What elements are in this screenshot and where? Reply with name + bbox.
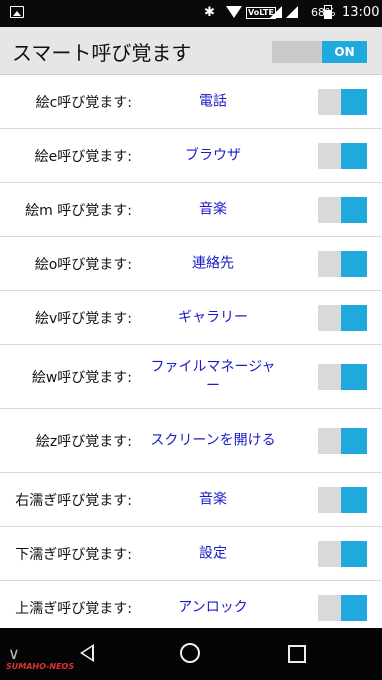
gesture-toggle[interactable]	[318, 486, 367, 513]
gesture-action[interactable]: スクリーンを開ける	[148, 431, 278, 450]
gesture-row[interactable]: 絵w呼び覚ます: ファイルマネージャー	[0, 345, 382, 409]
back-button[interactable]	[80, 644, 94, 662]
signal-icon	[270, 6, 282, 18]
gesture-label: 下濡ぎ呼び覚ます:	[15, 546, 132, 563]
toggle-knob	[341, 594, 367, 621]
chevron-down-icon[interactable]: ∨	[8, 644, 20, 663]
gesture-toggle[interactable]	[318, 363, 367, 390]
toggle-knob	[341, 427, 367, 454]
gesture-toggle[interactable]	[318, 540, 367, 567]
home-button[interactable]	[180, 643, 200, 663]
gesture-row[interactable]: 右濡ぎ呼び覚ます: 音楽	[0, 473, 382, 527]
gesture-action[interactable]: 設定	[148, 544, 278, 563]
gesture-row[interactable]: 絵e呼び覚ます: ブラウザ	[0, 129, 382, 183]
gesture-action[interactable]: 連絡先	[148, 254, 278, 273]
toggle-knob	[341, 540, 367, 567]
gesture-action[interactable]: ファイルマネージャー	[148, 358, 278, 396]
gesture-label: 絵m 呼び覚ます:	[25, 202, 132, 219]
toggle-knob	[341, 196, 367, 223]
gesture-list: 絵c呼び覚ます: 電話 絵e呼び覚ます: ブラウザ 絵m 呼び覚ます: 音楽 絵o呼び覚ます…	[0, 75, 382, 635]
gesture-row[interactable]: 下濡ぎ呼び覚ます: 設定	[0, 527, 382, 581]
gesture-action[interactable]: ブラウザ	[148, 146, 278, 165]
gesture-label: 絵e呼び覚ます:	[34, 148, 132, 165]
gesture-toggle[interactable]	[318, 142, 367, 169]
toggle-knob	[341, 142, 367, 169]
toggle-knob	[341, 486, 367, 513]
gesture-row[interactable]: 絵z呼び覚ます: スクリーンを開ける	[0, 409, 382, 473]
status-bar: ✱ VoLTE 68% 13:00	[0, 0, 382, 27]
gesture-action[interactable]: ギャラリー	[148, 308, 278, 327]
gesture-label: 絵o呼び覚ます:	[34, 256, 132, 273]
gesture-row[interactable]: 絵o呼び覚ます: 連絡先	[0, 237, 382, 291]
master-toggle-label: ON	[322, 41, 367, 63]
gesture-row[interactable]: 絵c呼び覚ます: 電話	[0, 75, 382, 129]
toggle-knob	[341, 363, 367, 390]
page-title: スマート呼び覚ます	[12, 41, 192, 65]
gesture-action[interactable]: 電話	[148, 92, 278, 111]
gesture-label: 絵c呼び覚ます:	[35, 94, 132, 111]
toggle-knob	[341, 304, 367, 331]
gesture-row[interactable]: 絵m 呼び覚ます: 音楽	[0, 183, 382, 237]
gallery-notification-icon	[10, 6, 24, 18]
navigation-bar: ∨ SUMAHO-NEOS	[0, 628, 382, 680]
battery-icon	[324, 5, 332, 19]
gesture-label: 右濡ぎ呼び覚ます:	[15, 492, 132, 509]
gesture-toggle[interactable]	[318, 250, 367, 277]
clock: 13:00	[342, 5, 380, 20]
app-header: スマート呼び覚ます ON	[0, 27, 382, 75]
gesture-toggle[interactable]	[318, 304, 367, 331]
gesture-toggle[interactable]	[318, 196, 367, 223]
gesture-label: 上濡ぎ呼び覚ます:	[15, 600, 132, 617]
gesture-toggle[interactable]	[318, 594, 367, 621]
master-toggle[interactable]: ON	[272, 41, 367, 63]
gesture-action[interactable]: 音楽	[148, 490, 278, 509]
signal2-icon	[286, 6, 298, 18]
wifi-icon	[226, 6, 242, 18]
toggle-knob	[341, 88, 367, 115]
watermark-logo: SUMAHO-NEOS	[6, 662, 75, 671]
gesture-label: 絵v呼び覚ます:	[34, 310, 132, 327]
gesture-label: 絵z呼び覚ます:	[35, 433, 132, 450]
gesture-action[interactable]: 音楽	[148, 200, 278, 219]
gesture-toggle[interactable]	[318, 88, 367, 115]
gesture-toggle[interactable]	[318, 427, 367, 454]
gesture-action[interactable]: アンロック	[148, 598, 278, 617]
recents-button[interactable]	[288, 645, 306, 663]
toggle-knob	[341, 250, 367, 277]
bluetooth-icon: ✱	[204, 5, 215, 20]
gesture-label: 絵w呼び覚ます:	[31, 369, 132, 386]
gesture-row[interactable]: 上濡ぎ呼び覚ます: アンロック	[0, 581, 382, 635]
gesture-row[interactable]: 絵v呼び覚ます: ギャラリー	[0, 291, 382, 345]
